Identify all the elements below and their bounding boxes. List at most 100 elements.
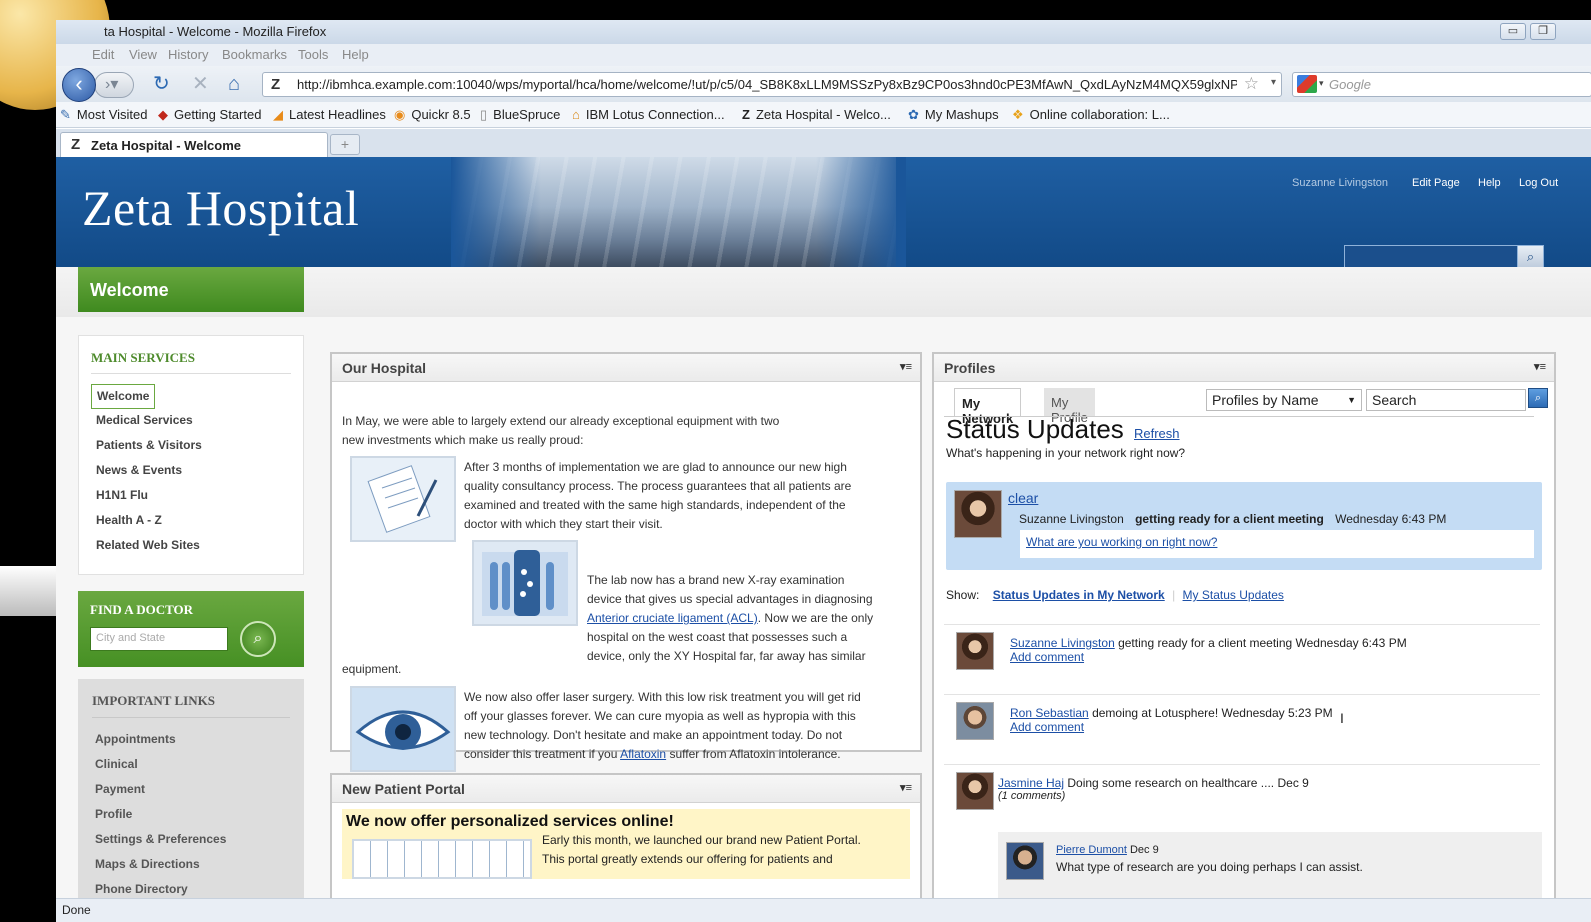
update-author-link[interactable]: Suzanne Livingston [1010, 636, 1115, 650]
portal-text: Early this month, we launched our brand … [542, 831, 861, 869]
search-engine-icon[interactable] [1297, 75, 1317, 93]
bookmark-most-visited[interactable]: ✎ Most Visited [60, 107, 147, 123]
new-tab-button[interactable]: + [330, 134, 360, 155]
user-name[interactable]: Suzanne Livingston [1292, 177, 1388, 189]
link-maps-directions[interactable]: Maps & Directions [92, 853, 290, 878]
portlet-menu-icon[interactable]: ▾≡ [1534, 360, 1546, 373]
minimize-button[interactable]: ▭ [1500, 23, 1526, 40]
menu-edit[interactable]: Edit [92, 47, 114, 62]
banner-fade-left [451, 157, 541, 267]
main-services-box: MAIN SERVICES Welcome Medical Services P… [78, 335, 304, 575]
acl-link[interactable]: Anterior cruciate ligament (ACL) [587, 611, 758, 625]
link-clinical[interactable]: Clinical [92, 753, 290, 778]
site-search-input[interactable]: ⌕ [1344, 245, 1544, 267]
engine-dropdown-icon[interactable]: ▾ [1319, 78, 1324, 89]
forward-button[interactable]: ›▾ [94, 72, 134, 98]
link-appointments[interactable]: Appointments [92, 728, 290, 753]
bookmark-zeta-hospital[interactable]: Z Zeta Hospital - Welco... [742, 107, 891, 122]
portal-banner: Zeta Hospital Suzanne Livingston Edit Pa… [56, 157, 1591, 267]
search-placeholder[interactable]: Google [1329, 77, 1371, 92]
profiles-search-icon[interactable]: ⌕ [1528, 388, 1548, 408]
p2-line-5: device, only the XY Hospital far, far aw… [587, 649, 866, 663]
screen: ta Hospital - Welcome - Mozilla Firefox … [0, 0, 1591, 922]
link-settings-preferences[interactable]: Settings & Preferences [92, 828, 290, 853]
comment-header: Pierre Dumont Dec 9 [1056, 844, 1159, 856]
refresh-link[interactable]: Refresh [1134, 426, 1180, 441]
main-services-list: Welcome Medical Services Patients & Visi… [91, 384, 291, 559]
bookmark-star-icon[interactable]: ☆ [1244, 74, 1259, 94]
url-text[interactable]: http://ibmhca.example.com:10040/wps/mypo… [297, 77, 1237, 92]
update-author-link[interactable]: Ron Sebastian [1010, 706, 1089, 720]
portal-text-2: This portal greatly extends our offering… [542, 852, 833, 866]
filter-network-link[interactable]: Status Updates in My Network [993, 588, 1165, 602]
p3-line-3: new technology. Don't hesitate and make … [464, 728, 843, 742]
bookmark-quickr[interactable]: ◉ Quickr 8.5 [394, 107, 471, 123]
bookmark-getting-started[interactable]: ◆ Getting Started [158, 107, 261, 123]
reload-icon[interactable]: ↻ [153, 72, 170, 96]
stop-icon[interactable]: ✕ [192, 72, 209, 96]
restore-button[interactable]: ❐ [1530, 23, 1556, 40]
p1-line-3: examined and treated with the same high … [464, 498, 846, 512]
status-prompt[interactable]: What are you working on right now? [1026, 535, 1217, 549]
service-patients-visitors[interactable]: Patients & Visitors [91, 434, 291, 459]
divider [944, 694, 1540, 695]
find-doctor-search-icon[interactable]: ⌕ [240, 621, 276, 657]
city-state-input[interactable]: City and State [90, 627, 228, 651]
service-news-events[interactable]: News & Events [91, 459, 291, 484]
tab-strip: Z Zeta Hospital - Welcome + [56, 129, 1591, 157]
service-related-web-sites[interactable]: Related Web Sites [91, 534, 291, 559]
edit-page-link[interactable]: Edit Page [1412, 177, 1460, 189]
menu-bookmarks[interactable]: Bookmarks [222, 47, 287, 62]
p1-line-2: quality consultancy process. The process… [464, 479, 852, 493]
search-icon[interactable]: ⌕ [1517, 246, 1543, 267]
portlet-menu-icon[interactable]: ▾≡ [900, 781, 912, 794]
page-tab-welcome[interactable]: Welcome [78, 267, 304, 312]
tab-my-profile[interactable]: My Profile [1044, 388, 1095, 425]
menu-tools[interactable]: Tools [298, 47, 328, 62]
p1-line-1: After 3 months of implementation we are … [464, 460, 847, 474]
comment-author-link[interactable]: Pierre Dumont [1056, 844, 1127, 856]
consultancy-paragraph: After 3 months of implementation we are … [464, 458, 914, 534]
profiles-search-input[interactable]: Search [1366, 389, 1526, 411]
laser-eye-image [350, 686, 456, 772]
tab-my-network[interactable]: My Network [954, 388, 1022, 426]
menu-help[interactable]: Help [342, 47, 369, 62]
bookmark-ibm-lotus[interactable]: ⌂ IBM Lotus Connection... [572, 107, 725, 122]
add-comment-link[interactable]: Add comment [1010, 650, 1407, 664]
service-h1n1-flu[interactable]: H1N1 Flu [91, 484, 291, 509]
bookmarks-toolbar: ✎ Most Visited ◆ Getting Started ◢ Latest H… [56, 102, 1591, 128]
aflatoxin-link[interactable]: Aflatoxin [620, 747, 666, 761]
portlet-menu-icon[interactable]: ▾≡ [900, 360, 912, 373]
profiles-search-type-select[interactable]: Profiles by Name ▼ [1206, 389, 1362, 411]
home-icon[interactable]: ⌂ [228, 72, 240, 96]
add-comment-link[interactable]: Add comment [1010, 720, 1333, 734]
bookmark-latest-headlines[interactable]: ◢ Latest Headlines [273, 107, 386, 123]
url-dropdown-icon[interactable]: ▾ [1271, 77, 1276, 88]
p2-line-6: equipment. [342, 662, 402, 676]
help-link[interactable]: Help [1478, 177, 1501, 189]
link-payment[interactable]: Payment [92, 778, 290, 803]
status-update-input[interactable]: What are you working on right now? [1020, 530, 1534, 558]
update-author-link[interactable]: Jasmine Haj [998, 776, 1064, 790]
bookmark-online-collaboration[interactable]: ❖ Online collaboration: L... [1012, 107, 1170, 123]
link-profile[interactable]: Profile [92, 803, 290, 828]
service-welcome[interactable]: Welcome [91, 384, 156, 409]
comment-box: Pierre Dumont Dec 9 What type of researc… [998, 832, 1542, 902]
p2-line-1: The lab now has a brand new X-ray examin… [587, 573, 845, 587]
new-patient-portal-header: New Patient Portal ▾≡ [332, 775, 920, 803]
service-health-a-z[interactable]: Health A - Z [91, 509, 291, 534]
filter-mine-link[interactable]: My Status Updates [1183, 588, 1284, 602]
page-navigation: Welcome [56, 267, 1591, 317]
browser-search[interactable]: ▾ Google [1292, 72, 1591, 97]
service-medical-services[interactable]: Medical Services [91, 409, 291, 434]
menu-history[interactable]: History [168, 47, 208, 62]
clear-status-link[interactable]: clear [1008, 490, 1038, 506]
menu-view[interactable]: View [129, 47, 157, 62]
bookmark-bluespruce[interactable]: ▯ BlueSpruce [480, 107, 560, 123]
tab-zeta-hospital[interactable]: Z Zeta Hospital - Welcome [60, 132, 328, 157]
bookmark-my-mashups[interactable]: ✿ My Mashups [908, 107, 999, 123]
address-bar[interactable]: Z http://ibmhca.example.com:10040/wps/my… [262, 72, 1282, 97]
back-button[interactable]: ‹ [62, 68, 96, 102]
comment-count[interactable]: (1 comments) [998, 790, 1309, 802]
logout-link[interactable]: Log Out [1519, 177, 1558, 189]
